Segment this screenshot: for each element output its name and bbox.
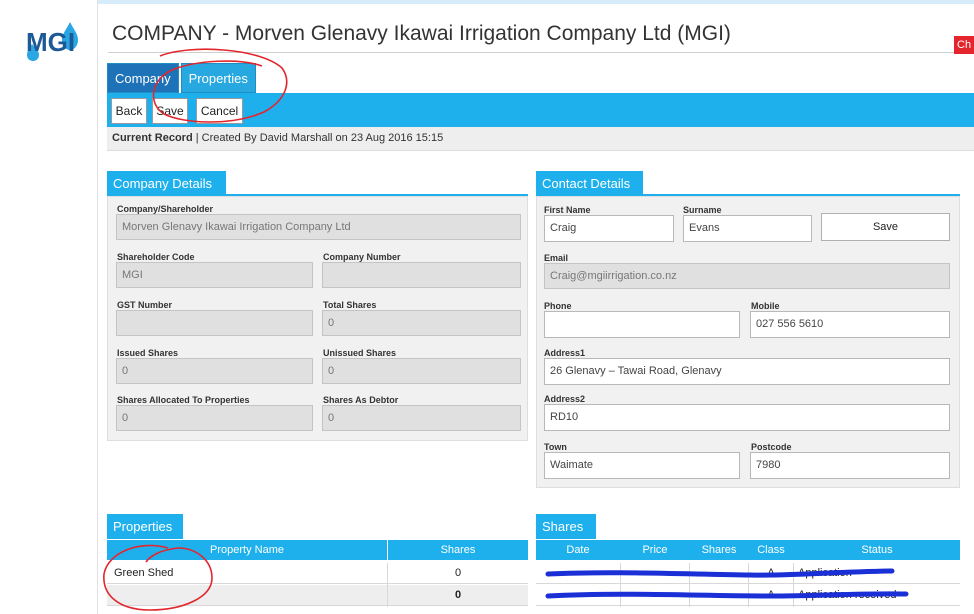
- phone-field[interactable]: [544, 311, 740, 338]
- shares-heading: Shares: [536, 514, 596, 539]
- cancel-button[interactable]: Cancel: [196, 98, 243, 124]
- address1-label: Address1: [544, 348, 586, 358]
- properties-total-cell: 0: [388, 585, 528, 606]
- company-shareholder-field[interactable]: Morven Glenavy Ikawai Irrigation Company…: [116, 214, 521, 240]
- surname-field[interactable]: Evans: [683, 215, 812, 242]
- shares-divider: [620, 563, 621, 607]
- property-shares-cell: 0: [388, 563, 528, 584]
- email-field[interactable]: Craig@mgiirrigation.co.nz: [544, 263, 950, 289]
- mgi-logo[interactable]: MGI: [20, 18, 80, 67]
- company-shareholder-label: Company/Shareholder: [117, 204, 214, 214]
- column-property-name[interactable]: Property Name: [107, 540, 387, 560]
- tab-properties[interactable]: Properties: [180, 63, 256, 93]
- company-number-label: Company Number: [323, 252, 401, 262]
- properties-column-divider: [387, 563, 388, 607]
- shares-divider: [793, 563, 794, 607]
- column-date[interactable]: Date: [536, 540, 620, 560]
- shares-allocated-field[interactable]: 0: [116, 405, 313, 431]
- contact-details-heading: Contact Details: [536, 171, 643, 196]
- phone-label: Phone: [544, 301, 572, 311]
- shares-debtor-label: Shares As Debtor: [323, 395, 399, 405]
- column-class[interactable]: Class: [749, 540, 793, 560]
- title-divider: [108, 52, 974, 53]
- column-price[interactable]: Price: [621, 540, 689, 560]
- page-title: COMPANY - Morven Glenavy Ikawai Irrigati…: [112, 22, 731, 45]
- shareholder-code-field[interactable]: MGI: [116, 262, 313, 288]
- first-name-field[interactable]: Craig: [544, 215, 674, 242]
- town-label: Town: [544, 442, 567, 452]
- gst-number-label: GST Number: [117, 300, 173, 310]
- record-detail: | Created By David Marshall on 23 Aug 20…: [192, 132, 444, 144]
- record-info: Current Record | Created By David Marsha…: [107, 127, 974, 151]
- tab-company[interactable]: Company: [107, 63, 179, 93]
- column-shares[interactable]: Shares: [388, 540, 528, 560]
- shares-debtor-field[interactable]: 0: [322, 405, 521, 431]
- unissued-shares-field[interactable]: 0: [322, 358, 521, 384]
- mobile-label: Mobile: [751, 301, 780, 311]
- shares-divider: [748, 563, 749, 607]
- corner-tab[interactable]: Ch: [954, 36, 974, 54]
- town-field[interactable]: Waimate: [544, 452, 740, 479]
- share-status-cell: Application: [798, 567, 852, 579]
- company-details-heading: Company Details: [107, 171, 226, 196]
- properties-heading: Properties: [107, 514, 183, 539]
- surname-label: Surname: [683, 205, 722, 215]
- save-button[interactable]: Save: [152, 98, 188, 124]
- share-class-cell: A: [767, 589, 775, 601]
- address2-field[interactable]: RD10: [544, 404, 950, 431]
- left-sidebar: MGI: [0, 0, 98, 614]
- postcode-label: Postcode: [751, 442, 792, 452]
- gst-number-field[interactable]: [116, 310, 313, 336]
- total-shares-label: Total Shares: [323, 300, 377, 310]
- contact-save-button[interactable]: Save: [821, 213, 950, 241]
- top-strip: [98, 0, 974, 4]
- tab-bar: Company Properties: [107, 63, 258, 93]
- address2-label: Address2: [544, 394, 586, 404]
- logo-text: MGI: [26, 27, 75, 57]
- share-status-cell: Application received: [798, 589, 897, 601]
- shares-allocated-label: Shares Allocated To Properties: [117, 395, 250, 405]
- record-label: Current Record: [112, 132, 193, 144]
- property-name-cell[interactable]: Green Shed: [107, 563, 387, 584]
- address1-field[interactable]: 26 Glenavy – Tawai Road, Glenavy: [544, 358, 950, 385]
- company-number-field[interactable]: [322, 262, 521, 288]
- unissued-shares-label: Unissued Shares: [323, 348, 397, 358]
- issued-shares-label: Issued Shares: [117, 348, 179, 358]
- properties-total-label-cell: [107, 585, 387, 606]
- mobile-field[interactable]: 027 556 5610: [750, 311, 950, 338]
- shareholder-code-label: Shareholder Code: [117, 252, 195, 262]
- shares-divider: [689, 563, 690, 607]
- total-shares-field[interactable]: 0: [322, 310, 521, 336]
- first-name-label: First Name: [544, 205, 591, 215]
- share-class-cell: A: [767, 567, 775, 579]
- issued-shares-field[interactable]: 0: [116, 358, 313, 384]
- email-label: Email: [544, 253, 569, 263]
- back-button[interactable]: Back: [111, 98, 147, 124]
- postcode-field[interactable]: 7980: [750, 452, 950, 479]
- column-share-count[interactable]: Shares: [690, 540, 748, 560]
- column-status[interactable]: Status: [794, 540, 960, 560]
